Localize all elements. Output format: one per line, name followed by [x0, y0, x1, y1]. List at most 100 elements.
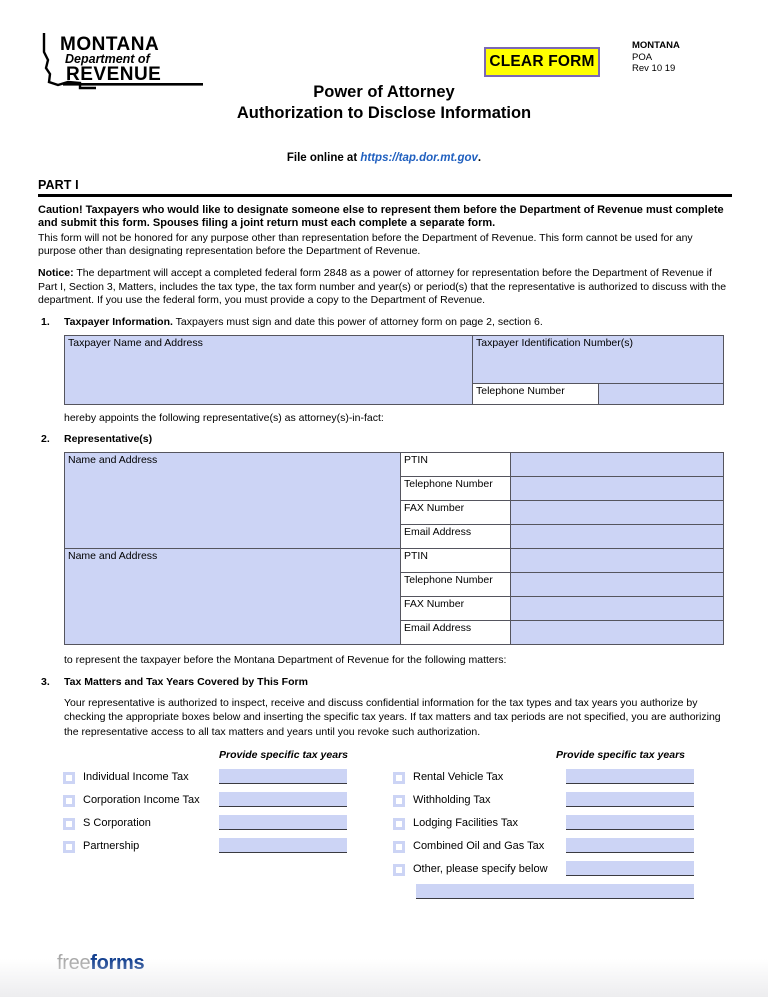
list-item: Other, please specify below: [393, 858, 719, 881]
rep1-ptin-label: PTIN: [404, 453, 428, 466]
label-partnership: Partnership: [83, 840, 140, 853]
taxpayer-tin-label: Taxpayer Identification Number(s): [476, 336, 633, 349]
checkbox-withholding-tax[interactable]: [393, 794, 405, 807]
notice-lead: Notice:: [38, 267, 74, 280]
checkbox-other[interactable]: [393, 863, 405, 876]
section-2-number: 2.: [41, 433, 50, 446]
provide-years-label-right: Provide specific tax years: [556, 749, 685, 762]
years-input-rental-vehicle-tax[interactable]: [566, 769, 694, 785]
rep2-name-address-cell[interactable]: Name and Address: [64, 547, 401, 645]
other-specify-input[interactable]: [416, 884, 694, 900]
file-online-suffix: .: [477, 152, 482, 164]
notice-body: The department will accept a completed f…: [38, 267, 727, 306]
part-one-label: PART I: [38, 178, 79, 192]
other-specify-row: [394, 881, 719, 904]
years-input-corporation-income-tax[interactable]: [219, 792, 347, 808]
rep2-fax-label-cell: FAX Number: [400, 595, 511, 621]
years-input-lodging-facilities-tax[interactable]: [566, 815, 694, 831]
part-divider: [38, 194, 732, 197]
years-input-s-corporation[interactable]: [219, 815, 347, 831]
freeforms-logo-part1: free: [57, 952, 91, 974]
tap-portal-link[interactable]: https://tap.dor.mt.gov: [360, 152, 478, 164]
form-body: PART I Caution! Taxpayers who would like…: [38, 178, 732, 900]
rep2-ptin-label-cell: PTIN: [400, 547, 511, 573]
rep2-ptin-value-cell[interactable]: [510, 547, 724, 573]
table-row: Name and Address PTIN: [64, 451, 724, 549]
years-input-partnership[interactable]: [219, 838, 347, 854]
freeforms-logo-part2: forms: [90, 952, 145, 974]
rep2-email-label-cell: Email Address: [400, 619, 511, 645]
file-online-prefix: File online at: [286, 152, 361, 164]
rep2-name-address-label: Name and Address: [68, 549, 158, 562]
section-2-heading: 2. Representative(s): [38, 433, 732, 447]
form-id-state: MONTANA: [632, 40, 680, 51]
file-online-line: File online at https://tap.dor.mt.gov.: [0, 152, 768, 164]
label-rental-vehicle-tax: Rental Vehicle Tax: [413, 771, 504, 784]
section-1-heading: 1. Taxpayer Information. Taxpayers must …: [38, 316, 732, 330]
list-item: Rental Vehicle Tax: [393, 766, 719, 789]
rep1-telephone-value-cell[interactable]: [510, 475, 724, 501]
years-input-withholding-tax[interactable]: [566, 792, 694, 808]
rep1-telephone-label-cell: Telephone Number: [400, 475, 511, 501]
tax-matters-right-column: Provide specific tax years Rental Vehicl…: [393, 749, 719, 904]
caution-text: Caution! Taxpayers who would like to des…: [38, 204, 724, 229]
rep1-name-address-cell[interactable]: Name and Address: [64, 451, 401, 549]
checkbox-rental-vehicle-tax[interactable]: [393, 771, 405, 784]
tax-matters-left-column: Provide specific tax years Individual In…: [63, 749, 384, 858]
section-3-body: Your representative is authorized to ins…: [64, 696, 721, 738]
years-input-individual-income-tax[interactable]: [219, 769, 347, 785]
form-title-block: Power of Attorney Authorization to Discl…: [0, 82, 768, 124]
years-input-combined-oil-and-gas-tax[interactable]: [566, 838, 694, 854]
section-2-title: Representative(s): [64, 433, 153, 446]
rep1-ptin-value-cell[interactable]: [510, 451, 724, 477]
rep2-fax-value-cell[interactable]: [510, 595, 724, 621]
clear-form-button[interactable]: CLEAR FORM: [484, 47, 600, 77]
taxpayer-telephone-value-cell[interactable]: [597, 382, 724, 405]
taxpayer-name-address-cell[interactable]: Taxpayer Name and Address: [64, 334, 473, 405]
section-1-number: 1.: [41, 316, 50, 329]
rep1-fax-label-cell: FAX Number: [400, 499, 511, 525]
years-input-other[interactable]: [566, 861, 694, 877]
section-3-heading: 3. Tax Matters and Tax Years Covered by …: [38, 676, 732, 690]
taxpayer-telephone-label-cell: Telephone Number: [472, 382, 599, 405]
rep1-name-address-label: Name and Address: [68, 453, 158, 466]
rep2-telephone-value-cell[interactable]: [510, 571, 724, 597]
label-combined-oil-and-gas-tax: Combined Oil and Gas Tax: [413, 840, 545, 853]
label-lodging-facilities-tax: Lodging Facilities Tax: [413, 817, 518, 830]
checkbox-corporation-income-tax[interactable]: [63, 794, 75, 807]
form-id-revision: Rev 10 19: [632, 63, 676, 74]
list-item: Combined Oil and Gas Tax: [393, 835, 719, 858]
rep1-email-label: Email Address: [404, 525, 472, 538]
rep2-email-value-cell[interactable]: [510, 619, 724, 645]
form-title-line1: Power of Attorney: [313, 83, 455, 101]
appoints-text: hereby appoints the following representa…: [64, 411, 384, 424]
rep1-email-value-cell[interactable]: [510, 523, 724, 549]
checkbox-lodging-facilities-tax[interactable]: [393, 817, 405, 830]
taxpayer-information-table: Taxpayer Name and Address Taxpayer Ident…: [64, 334, 724, 405]
form-page: MONTANA Department of REVENUE CLEAR FORM…: [0, 0, 768, 997]
rep2-fax-label: FAX Number: [404, 597, 465, 610]
checkbox-individual-income-tax[interactable]: [63, 771, 75, 784]
label-corporation-income-tax: Corporation Income Tax: [83, 794, 200, 807]
rep1-email-label-cell: Email Address: [400, 523, 511, 549]
checkbox-combined-oil-and-gas-tax[interactable]: [393, 840, 405, 853]
checkbox-partnership[interactable]: [63, 840, 75, 853]
list-item: S Corporation: [63, 812, 384, 835]
table-row: Name and Address PTIN: [64, 547, 724, 645]
page-header: MONTANA Department of REVENUE CLEAR FORM…: [0, 0, 768, 175]
label-individual-income-tax: Individual Income Tax: [83, 771, 189, 784]
rep1-fax-value-cell[interactable]: [510, 499, 724, 525]
represent-text: to represent the taxpayer before the Mon…: [64, 653, 507, 666]
representatives-table: Name and Address PTIN Telephone Number F…: [64, 451, 724, 645]
taxpayer-name-address-label: Taxpayer Name and Address: [68, 336, 203, 349]
taxpayer-telephone-label: Telephone Number: [476, 384, 565, 397]
rep1-telephone-label: Telephone Number: [404, 477, 493, 490]
checkbox-s-corporation[interactable]: [63, 817, 75, 830]
label-other: Other, please specify below: [413, 863, 548, 876]
rep2-telephone-label-cell: Telephone Number: [400, 571, 511, 597]
form-title-line2: Authorization to Disclose Information: [236, 104, 532, 122]
taxpayer-tin-cell[interactable]: Taxpayer Identification Number(s): [472, 334, 724, 384]
rep2-ptin-label: PTIN: [404, 549, 428, 562]
list-item: Individual Income Tax: [63, 766, 384, 789]
label-s-corporation: S Corporation: [83, 817, 151, 830]
